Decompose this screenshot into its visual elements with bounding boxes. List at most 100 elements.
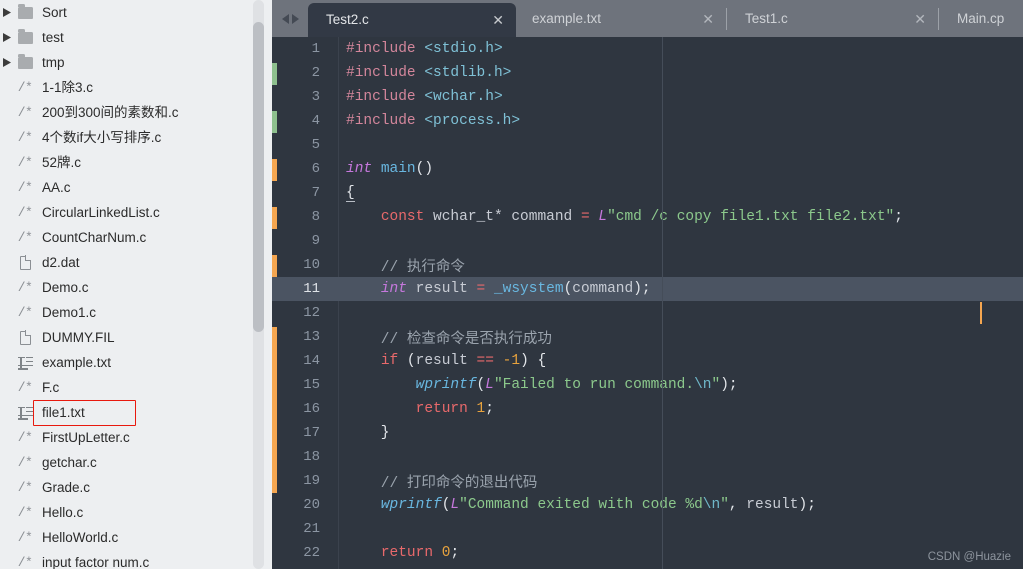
token-function: _wsystem: [485, 281, 564, 297]
expand-arrow-icon[interactable]: [0, 0, 14, 25]
tree-item-folder[interactable]: tmp: [0, 50, 272, 75]
token-paren-close: ): [720, 377, 729, 393]
tree-item-file[interactable]: /* CircularLinkedList.c: [0, 200, 272, 225]
token-paren-close: ): [798, 497, 808, 513]
code-line[interactable]: 5: [272, 133, 1023, 157]
sidebar-scrollbar-thumb[interactable]: [253, 22, 264, 332]
tree-item-file[interactable]: /* CountCharNum.c: [0, 225, 272, 250]
line-number: 13: [303, 329, 320, 345]
close-icon[interactable]: ✕: [886, 12, 926, 26]
expand-arrow-icon[interactable]: [0, 25, 14, 50]
tab-main-cpp[interactable]: Main.cp: [939, 0, 1016, 37]
tree-item-file[interactable]: /* 52牌.c: [0, 150, 272, 175]
tree-item-file[interactable]: example.txt: [0, 350, 272, 375]
code-line[interactable]: 18: [272, 445, 1023, 469]
chevron-left-icon[interactable]: [281, 13, 289, 24]
code-line[interactable]: 20 wprintf(L"Command exited with code %d…: [272, 493, 1023, 517]
chevron-right-icon[interactable]: [291, 13, 299, 24]
tree-item-label: F.c: [42, 380, 60, 395]
line-content: {: [328, 185, 355, 202]
token-semicolon: ;: [641, 281, 651, 297]
tree-item-file[interactable]: d2.dat: [0, 250, 272, 275]
tab-example-txt[interactable]: example.txt ✕: [516, 0, 726, 37]
close-icon[interactable]: ✕: [674, 12, 714, 26]
code-line-current[interactable]: 11 int result = _wsystem(command);: [272, 277, 1023, 301]
code-line[interactable]: 1 #include <stdio.h>: [272, 37, 1023, 61]
code-line[interactable]: 19 // 打印命令的退出代码: [272, 469, 1023, 493]
line-content: #include <stdio.h>: [328, 41, 503, 57]
line-content: if (result == -1) {: [328, 353, 546, 369]
c-source-icon: /*: [17, 455, 33, 470]
tree-item-label: d2.dat: [42, 255, 80, 270]
code-line[interactable]: 23 }: [272, 565, 1023, 569]
tree-item-file[interactable]: /* FirstUpLetter.c: [0, 425, 272, 450]
folder-icon: [14, 25, 36, 50]
line-number: 5: [311, 137, 320, 153]
tab-test1-c[interactable]: Test1.c ✕: [727, 0, 938, 37]
tree-item-file[interactable]: /* Grade.c: [0, 475, 272, 500]
line-number: 4: [311, 113, 320, 129]
tree-item-file-file1-txt[interactable]: file1.txt: [0, 400, 272, 425]
tree-item-file[interactable]: DUMMY.FIL: [0, 325, 272, 350]
code-line[interactable]: 2 #include <stdlib.h>: [272, 61, 1023, 85]
tree-item-label: test: [42, 30, 64, 45]
tab-label: Test2.c: [326, 12, 369, 27]
tree-item-file[interactable]: /* 1-1除3.c: [0, 75, 272, 100]
token-preprocessor: #include: [346, 89, 416, 105]
tree-item-folder[interactable]: test: [0, 25, 272, 50]
token-argument: command: [572, 281, 634, 297]
tree-item-label: file1.txt: [42, 405, 85, 420]
code-line[interactable]: 9: [272, 229, 1023, 253]
tree-item-file[interactable]: /* Demo1.c: [0, 300, 272, 325]
tree-item-file[interactable]: /* input factor num.c: [0, 550, 272, 569]
tree-item-file[interactable]: /* getchar.c: [0, 450, 272, 475]
line-number: 2: [311, 65, 320, 81]
code-line[interactable]: 4 #include <process.h>: [272, 109, 1023, 133]
code-line[interactable]: 16 return 1;: [272, 397, 1023, 421]
text-caret: [980, 302, 982, 324]
tree-item-file[interactable]: /* AA.c: [0, 175, 272, 200]
tab-test2-c[interactable]: Test2.c ✕: [308, 3, 516, 37]
code-line[interactable]: 7 {: [272, 181, 1023, 205]
code-line[interactable]: 8 const wchar_t* command = L"cmd /c copy…: [272, 205, 1023, 229]
line-number: 20: [303, 497, 320, 513]
c-source-icon: /*: [17, 380, 33, 395]
tree-item-file[interactable]: /* F.c: [0, 375, 272, 400]
code-line[interactable]: 21: [272, 517, 1023, 541]
tree-item-file[interactable]: /* Hello.c: [0, 500, 272, 525]
c-source-icon: /*: [17, 505, 33, 520]
code-line[interactable]: 14 if (result == -1) {: [272, 349, 1023, 373]
line-number: 18: [303, 449, 320, 465]
code-line[interactable]: 12: [272, 301, 1023, 325]
token-number: -1: [502, 353, 521, 369]
tree-item-file[interactable]: /* HelloWorld.c: [0, 525, 272, 550]
code-text-area[interactable]: 1 #include <stdio.h> 2 #include <stdlib.…: [272, 37, 1023, 569]
code-line[interactable]: 3 #include <wchar.h>: [272, 85, 1023, 109]
code-line[interactable]: 17 }: [272, 421, 1023, 445]
code-line[interactable]: 15 wprintf(L"Failed to run command.\n");: [272, 373, 1023, 397]
tree-item-file[interactable]: /* 200到300间的素数和.c: [0, 100, 272, 125]
token-header: <stdlib.h>: [415, 65, 512, 81]
code-line[interactable]: 22 return 0;: [272, 541, 1023, 565]
code-line[interactable]: 13 // 检查命令是否执行成功: [272, 325, 1023, 349]
code-line[interactable]: 6 int main(): [272, 157, 1023, 181]
c-source-icon: /*: [17, 80, 33, 95]
file-tree-sidebar[interactable]: Sort test tmp /* 1-1除3.c /* 200到300间的素数和…: [0, 0, 272, 569]
close-icon[interactable]: ✕: [464, 13, 504, 27]
tree-item-file[interactable]: /* 4个数if大小写排序.c: [0, 125, 272, 150]
token-brace: {: [346, 185, 355, 202]
tree-item-file[interactable]: /* Demo.c: [0, 275, 272, 300]
tree-item-folder[interactable]: Sort: [0, 0, 272, 25]
expand-arrow-icon[interactable]: [0, 50, 14, 75]
tab-navigation-arrows[interactable]: [272, 0, 308, 37]
line-content: // 检查命令是否执行成功: [328, 327, 552, 348]
code-line[interactable]: 10 // 执行命令: [272, 253, 1023, 277]
token-header: <stdio.h>: [415, 41, 503, 57]
folder-icon: [14, 50, 36, 75]
tree-item-label: CircularLinkedList.c: [42, 205, 160, 220]
line-content: wprintf(L"Failed to run command.\n");: [328, 377, 738, 393]
token-wide-prefix: L: [485, 377, 494, 393]
token-wide-prefix: L: [450, 497, 460, 513]
